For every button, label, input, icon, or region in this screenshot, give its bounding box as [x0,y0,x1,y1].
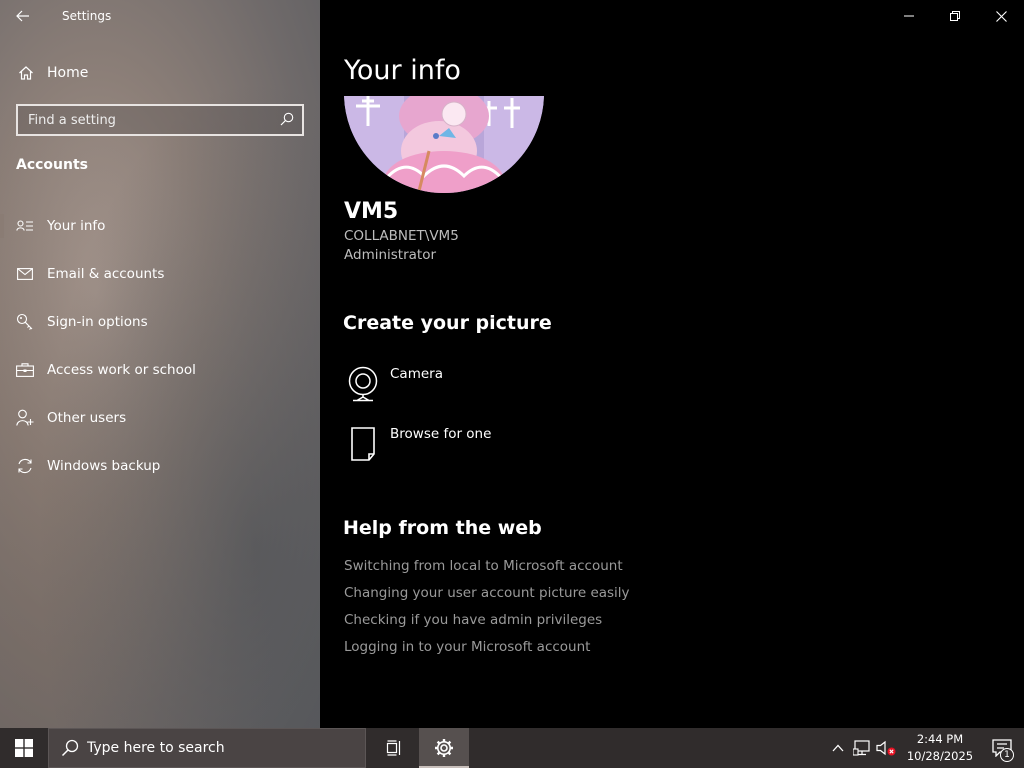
browse-label: Browse for one [390,426,492,442]
search-icon[interactable] [280,111,294,130]
speaker-muted-icon [876,740,896,756]
camera-label: Camera [390,366,443,382]
close-icon [995,10,1007,22]
user-account-type: Administrator [344,247,437,263]
camera-icon [344,366,382,406]
window-controls [886,0,1024,32]
back-button[interactable] [0,0,46,32]
sidebar-item-email-accounts[interactable]: Email & accounts [0,250,320,298]
accounts-nav-list: Your info Email & accounts Sign-in optio… [0,202,320,490]
user-display-name: VM5 [344,199,399,224]
sidebar-item-label: Email & accounts [47,266,165,282]
sidebar-item-label: Windows backup [47,458,161,474]
sidebar-item-label: Your info [47,218,106,234]
taskbar-search-input[interactable] [87,740,347,756]
close-button[interactable] [978,0,1024,32]
person-card-icon [15,219,35,233]
volume-button[interactable] [874,728,898,768]
start-button[interactable] [0,728,48,768]
user-account-id: COLLABNET\VM5 [344,228,459,244]
help-link[interactable]: Logging in to your Microsoft account [344,638,630,665]
page-title: Your info [344,55,461,86]
app-title: Settings [62,9,112,23]
briefcase-icon [15,363,35,377]
key-icon [15,313,35,331]
sync-icon [15,457,35,475]
help-links-list: Switching from local to Microsoft accoun… [344,557,630,665]
system-tray: 2:44 PM 10/28/2025 1 [826,728,1024,768]
person-add-icon [15,409,35,427]
network-button[interactable] [850,728,874,768]
show-hidden-icons-button[interactable] [826,728,850,768]
title-bar: Settings [0,0,320,32]
settings-taskbar-button[interactable] [419,728,469,768]
camera-option[interactable]: Camera [344,366,644,414]
search-icon [61,739,79,757]
gear-icon [435,739,453,757]
task-view-icon [386,740,401,756]
sidebar-item-windows-backup[interactable]: Windows backup [0,442,320,490]
restore-button[interactable] [932,0,978,32]
taskbar-search-box[interactable] [48,728,366,768]
chevron-up-icon [832,744,844,752]
sidebar-item-access-work-school[interactable]: Access work or school [0,346,320,394]
clock[interactable]: 2:44 PM 10/28/2025 [900,731,980,765]
find-setting-input[interactable] [28,112,280,128]
notification-count-badge: 1 [1000,748,1014,762]
sidebar-item-sign-in-options[interactable]: Sign-in options [0,298,320,346]
create-picture-heading: Create your picture [343,312,552,334]
help-heading: Help from the web [343,517,542,539]
sidebar-item-label: Sign-in options [47,314,148,330]
home-nav-item[interactable]: Home [0,58,320,88]
content-pane: Your info VM5 COLLABNET\VM5 Administrato… [320,0,1024,728]
home-icon [17,65,35,81]
home-label: Home [47,65,89,81]
user-avatar [344,96,544,193]
help-link[interactable]: Changing your user account picture easil… [344,584,630,611]
network-icon [853,740,870,756]
help-link[interactable]: Checking if you have admin privileges [344,611,630,638]
taskbar: 2:44 PM 10/28/2025 1 [0,728,1024,768]
sidebar-item-your-info[interactable]: Your info [0,202,320,250]
section-heading: Accounts [16,157,89,173]
find-setting-search-box[interactable] [16,104,304,136]
minimize-button[interactable] [886,0,932,32]
browse-for-one-option[interactable]: Browse for one [344,426,644,474]
action-center-button[interactable]: 1 [980,728,1024,768]
sidebar-item-label: Access work or school [47,362,196,378]
sidebar-item-other-users[interactable]: Other users [0,394,320,442]
mail-icon [15,268,35,280]
clock-time: 2:44 PM [916,732,964,746]
back-arrow-icon [16,10,29,22]
selection-indicator [0,214,4,238]
sidebar-item-label: Other users [47,410,127,426]
restore-icon [950,11,960,21]
windows-logo-icon [15,739,33,757]
file-icon [344,426,382,466]
clock-date: 10/28/2025 [906,749,974,763]
navigation-pane: Settings Home Accounts [0,0,320,728]
help-link[interactable]: Switching from local to Microsoft accoun… [344,557,630,584]
task-view-button[interactable] [369,728,419,768]
minimize-icon [904,15,914,17]
